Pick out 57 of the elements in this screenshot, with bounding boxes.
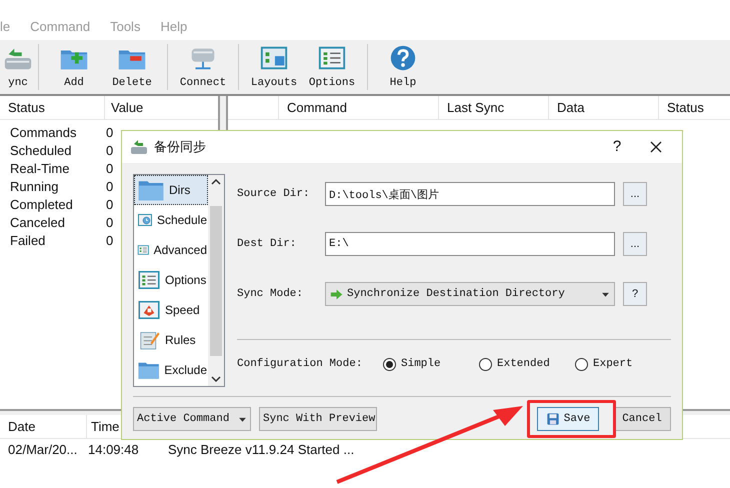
help-button[interactable]: ? [623,282,647,306]
toolbar-button[interactable]: Layouts [245,40,303,94]
cancel-button[interactable]: Cancel [613,407,671,431]
column-header[interactable]: Command [278,96,438,119]
table-cell-text: Commands [9,124,78,142]
text-field[interactable]: E:\ [325,232,615,256]
field-label: Dest Dir: [237,236,298,252]
save-button[interactable]: Save [537,407,599,431]
toolbar-button[interactable]: Connect [174,40,232,94]
toolbar-button[interactable]: Delete [103,40,161,94]
category-item[interactable]: Exclude [134,355,208,385]
column-header[interactable]: Status [0,96,104,119]
radio-option[interactable]: Extended [479,356,575,372]
category-item[interactable]: Speed [134,295,208,325]
category-item[interactable]: Options [134,265,208,295]
toolbar-button[interactable]: Options [303,40,361,94]
category-item[interactable]: Schedule [134,205,208,235]
table-cell-text: 0 [106,214,114,232]
toolbar-button[interactable]: ync [0,40,36,94]
table-cell-text: Failed [9,232,46,250]
field-label: Configuration Mode: [237,356,364,372]
column-header[interactable]: Last Sync [438,96,548,119]
table-cell-text: 0 [106,232,114,250]
table-cell-text: Real-Time [9,160,70,178]
table-cell-text: 0 [106,124,114,142]
table-cell-text: 02/Mar/20... [7,441,78,460]
column-header[interactable]: Data [548,96,658,119]
table-cell-text: Scheduled [9,142,72,160]
category-item[interactable]: Dirs [134,175,208,205]
browse-button[interactable]: ... [623,232,647,256]
category-item[interactable]: Advanced [134,235,208,265]
table-cell-text: Canceled [9,214,66,232]
table-cell-text: Completed [9,196,74,214]
radio-option[interactable]: Simple [383,356,479,372]
table-cell-text: 0 [106,142,114,160]
log-message: Sync Breeze v11.9.24 Started ... [168,441,354,460]
column-header[interactable]: Value [104,96,218,119]
toolbar-button[interactable]: Add [45,40,103,94]
radio-option[interactable]: Expert [575,356,671,372]
table-cell-text: 14:09:48 [87,441,140,460]
column-header[interactable]: Date [0,415,86,438]
sync-mode-dropdown[interactable]: Synchronize Destination Directory [325,282,615,306]
help-button[interactable]: ? [602,136,632,158]
table-cell-text: 0 [106,196,114,214]
browse-button[interactable]: ... [623,182,647,206]
field-label: Sync Mode: [237,286,304,302]
dialog-title: 备份同步 [154,138,206,156]
text-field[interactable]: D:\tools\桌面\图片 [325,182,615,206]
field-label: Source Dir: [237,186,311,202]
table-cell-text: 0 [106,178,114,196]
table-cell-text: Running [9,178,60,196]
command-dropdown[interactable]: Active Command [133,407,251,431]
command-dropdown[interactable]: Sync With Preview [259,407,377,431]
toolbar-button[interactable]: Help [374,40,432,94]
column-header[interactable]: Status [658,96,730,119]
table-cell-text: 0 [106,160,114,178]
category-item[interactable]: Rules [134,325,208,355]
